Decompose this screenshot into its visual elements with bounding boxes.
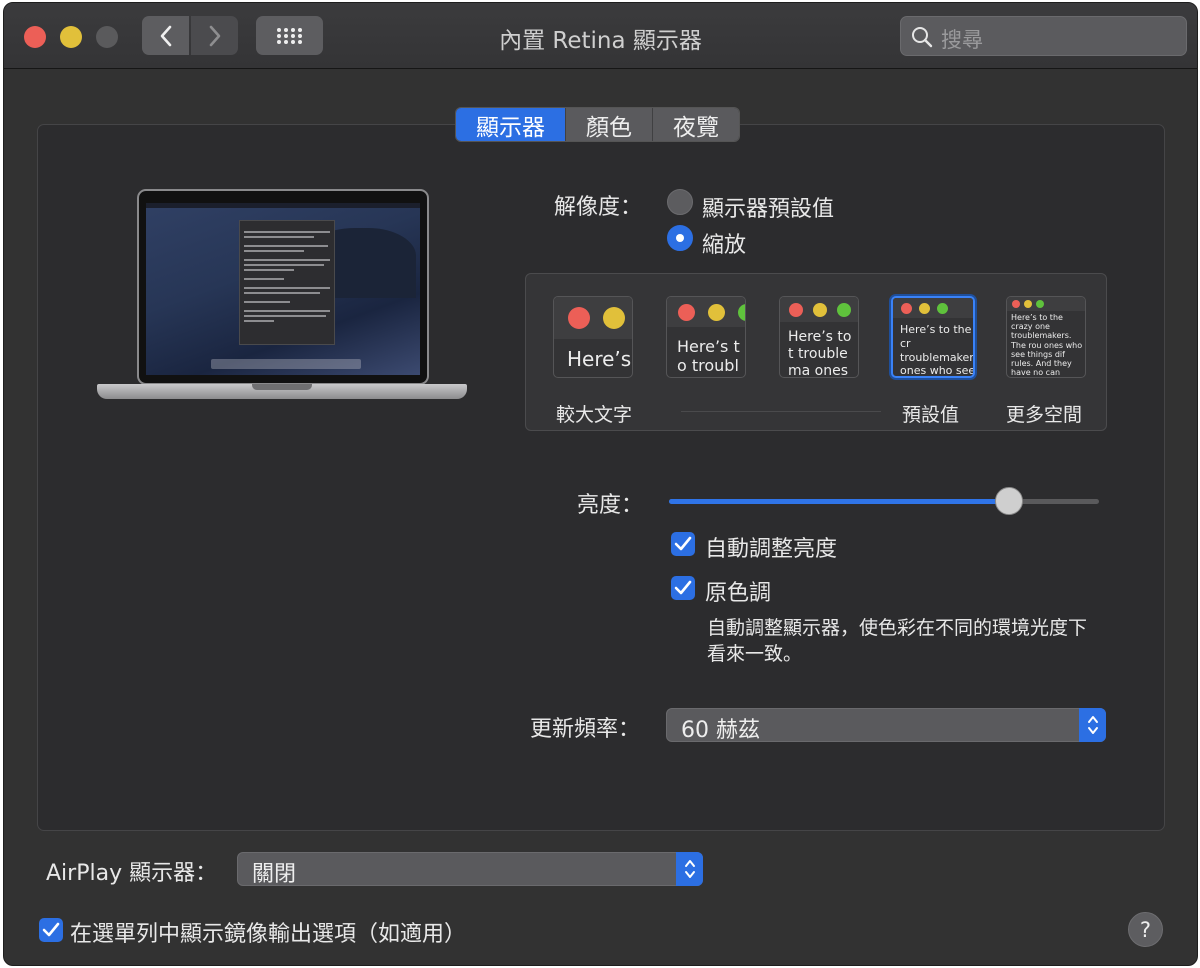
brightness-slider-fill: [669, 499, 1009, 504]
checkmark-icon: [674, 536, 692, 551]
search-field[interactable]: 搜尋: [900, 16, 1187, 56]
doc-line: [244, 264, 324, 266]
help-button[interactable]: ?: [1128, 912, 1163, 947]
radio-default-label: 顯示器預設值: [702, 197, 835, 222]
mirroring-options-checkbox[interactable]: [39, 918, 63, 942]
brightness-slider[interactable]: [669, 487, 1099, 515]
label-larger-text: 較大文字: [556, 404, 633, 426]
checkmark-icon: [42, 922, 60, 937]
doc-line: [244, 292, 320, 294]
thumb-min-dot: [708, 304, 725, 321]
doc-line: [244, 301, 290, 303]
thumb-min-dot: [813, 303, 827, 317]
refresh-rate-popup[interactable]: 60 赫茲: [666, 708, 1106, 743]
doc-line: [244, 278, 284, 280]
doc-line: [244, 269, 294, 271]
airplay-popup[interactable]: 關閉: [237, 852, 703, 887]
refresh-rate-label: 更新頻率：: [530, 717, 641, 742]
auto-brightness-label: 自動調整亮度: [705, 537, 838, 562]
thumb-zoom-dot: [937, 303, 948, 314]
airplay-label: AirPlay 顯示器：: [46, 861, 218, 886]
radio-default-for-display[interactable]: [667, 189, 693, 215]
brightness-slider-knob[interactable]: [995, 487, 1023, 515]
mirroring-options-label: 在選單列中顯示鏡像輸出選項（如適用）: [70, 922, 467, 947]
laptop-notch: [252, 384, 312, 390]
doc-line: [244, 287, 330, 289]
title-bar: 內置 Retina 顯示器 搜尋: [4, 3, 1197, 69]
radio-scaled-label: 縮放: [702, 233, 747, 258]
search-icon: [912, 27, 933, 48]
doc-line: [244, 315, 326, 317]
resolution-label: 解像度：: [554, 195, 643, 220]
thumb-preview-text: Here’s to the crazy one troublemakers. T…: [1011, 313, 1083, 378]
tab-display[interactable]: 顯示器: [456, 108, 566, 141]
thumb-min-dot: [603, 307, 625, 329]
scale-option-2[interactable]: Here’s to troublem: [666, 296, 746, 378]
doc-line: [244, 310, 330, 312]
scale-option-more-space[interactable]: Here’s to the crazy one troublemakers. T…: [1006, 296, 1086, 378]
laptop-screen: [146, 203, 420, 375]
scale-option-3[interactable]: Here’s to t troublema ones who: [779, 296, 859, 378]
thumb-preview-text: Here’s: [567, 347, 632, 371]
airplay-value: 關閉: [252, 862, 297, 887]
doc-line: [244, 236, 314, 238]
thumb-min-dot: [919, 303, 930, 314]
refresh-rate-value: 60 赫茲: [681, 718, 760, 743]
thumb-close-dot: [568, 307, 590, 329]
tab-color[interactable]: 顏色: [566, 108, 653, 141]
scale-divider-line: [681, 411, 881, 412]
checkmark-icon: [674, 580, 692, 595]
thumb-zoom-dot: [837, 303, 851, 317]
scale-option-larger-text[interactable]: Here’s: [553, 296, 633, 378]
thumb-preview-text: Here’s to t troublema ones who: [788, 329, 852, 378]
thumb-close-dot: [1012, 300, 1020, 308]
label-more-space: 更多空間: [1006, 404, 1083, 426]
thumb-zoom-dot: [1036, 300, 1044, 308]
true-tone-checkbox[interactable]: [671, 576, 695, 600]
screen-menubar: [146, 203, 420, 208]
search-placeholder: 搜尋: [941, 28, 983, 52]
thumb-preview-text: Here’s to the cr troublemakers. ones who…: [900, 323, 975, 378]
screen-document-window: [239, 220, 335, 345]
radio-scaled[interactable]: [667, 225, 693, 251]
doc-line: [244, 250, 304, 252]
thumb-close-dot: [901, 303, 912, 314]
doc-line: [244, 245, 328, 247]
popup-arrows-icon: [1079, 708, 1106, 742]
true-tone-description-2: 看來一致。: [707, 643, 803, 665]
thumb-close-dot: [678, 304, 695, 321]
doc-line: [244, 231, 330, 233]
auto-brightness-checkbox[interactable]: [671, 532, 695, 556]
true-tone-label: 原色調: [705, 581, 772, 606]
doc-line: [244, 320, 274, 322]
thumb-close-dot: [789, 303, 803, 317]
laptop-screen-frame: [137, 189, 429, 385]
popup-arrows-icon: [676, 852, 703, 886]
macbook-illustration: [97, 189, 467, 414]
thumb-min-dot: [1024, 300, 1032, 308]
thumb-preview-text: Here’s to troublem: [677, 337, 740, 377]
scale-option-default[interactable]: Here’s to the cr troublemakers. ones who…: [891, 296, 975, 378]
true-tone-description-1: 自動調整顯示器，使色彩在不同的環境光度下: [707, 617, 1088, 639]
screen-dock: [211, 359, 361, 369]
tab-bar: 顯示器 顏色 夜覽: [455, 107, 740, 142]
tab-night-shift[interactable]: 夜覽: [653, 108, 739, 141]
system-preferences-window: 內置 Retina 顯示器 搜尋 顯示器 顏色 夜覽 解像度： 顯示器預設值 縮…: [3, 2, 1198, 966]
label-default: 預設值: [902, 404, 960, 426]
doc-line: [244, 259, 330, 261]
brightness-label: 亮度：: [577, 493, 644, 518]
scaled-resolution-picker: Here’s Here’s to troublem Here’s to t tr…: [525, 273, 1107, 431]
